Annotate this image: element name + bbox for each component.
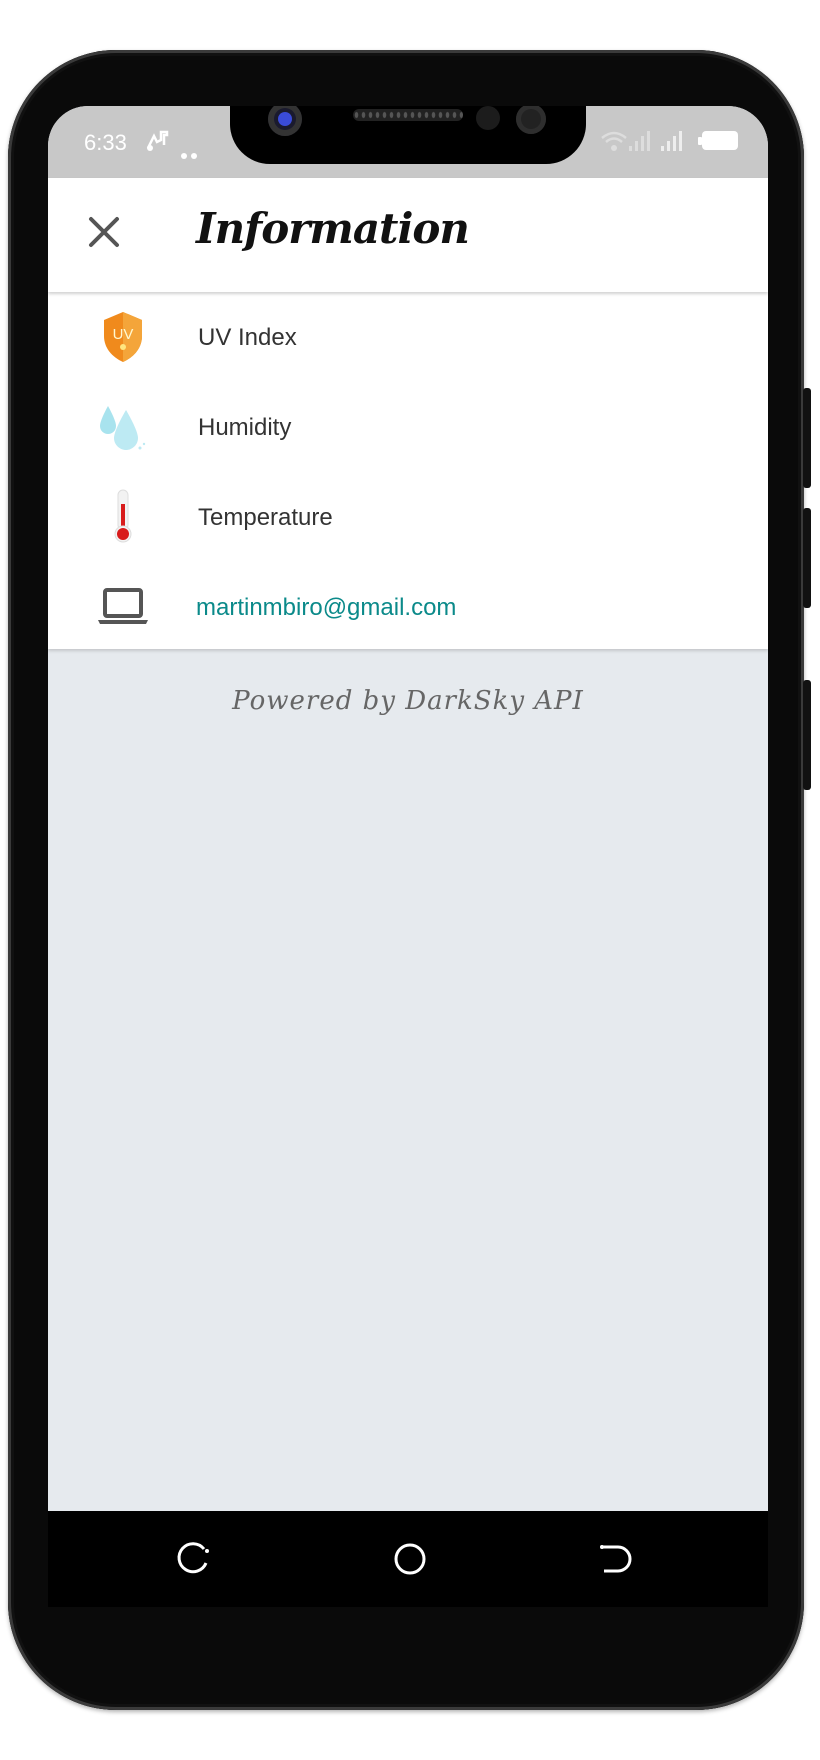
list-item-humidity[interactable]: Humidity bbox=[48, 382, 768, 472]
wifi-icon bbox=[600, 130, 628, 158]
status-time: 6:33 bbox=[84, 130, 127, 155]
close-button[interactable] bbox=[84, 212, 124, 252]
battery-icon bbox=[698, 130, 740, 158]
recent-apps-button[interactable] bbox=[176, 1539, 216, 1579]
home-button[interactable] bbox=[390, 1539, 430, 1579]
temperature-label: Temperature bbox=[198, 504, 333, 531]
volume-up-button bbox=[803, 388, 811, 488]
signal-icon-2 bbox=[660, 128, 686, 158]
recent-apps-icon bbox=[177, 1542, 209, 1574]
water-drops-icon bbox=[94, 398, 152, 456]
system-nav-bar bbox=[48, 1511, 768, 1607]
camera-notch bbox=[230, 106, 586, 164]
screen: 6:33 Information UV UV Index Humidity Te… bbox=[48, 106, 768, 1511]
power-button bbox=[803, 680, 811, 790]
thermometer-icon bbox=[94, 488, 152, 546]
list-item-temperature[interactable]: Temperature bbox=[48, 472, 768, 562]
list-item-uv-index[interactable]: UV UV Index bbox=[48, 292, 768, 382]
back-icon bbox=[600, 1545, 632, 1573]
home-icon bbox=[394, 1543, 426, 1575]
close-icon bbox=[89, 217, 119, 247]
earpiece-speaker bbox=[353, 109, 463, 121]
app-bar: Information bbox=[48, 178, 768, 292]
powered-by-text: Powered by DarkSky API bbox=[232, 686, 584, 716]
info-list: UV UV Index Humidity Temperature martinm… bbox=[48, 292, 768, 649]
uv-badge-text: UV bbox=[113, 326, 134, 343]
laptop-icon bbox=[94, 578, 152, 636]
humidity-label: Humidity bbox=[198, 414, 292, 441]
rear-sensor bbox=[516, 106, 546, 134]
front-camera bbox=[268, 106, 302, 136]
back-button[interactable] bbox=[592, 1539, 632, 1579]
uv-index-shield-icon: UV bbox=[94, 308, 152, 366]
email-link[interactable]: martinmbiro@gmail.com bbox=[196, 594, 456, 622]
sensor bbox=[476, 106, 500, 130]
signal-icon-1 bbox=[628, 128, 654, 158]
notification-music-icon bbox=[142, 126, 172, 160]
page-title: Information bbox=[196, 204, 470, 253]
list-item-email[interactable]: martinmbiro@gmail.com bbox=[48, 562, 768, 652]
more-notifications-icon bbox=[180, 140, 200, 166]
volume-down-button bbox=[803, 508, 811, 608]
uv-index-label: UV Index bbox=[198, 324, 297, 351]
